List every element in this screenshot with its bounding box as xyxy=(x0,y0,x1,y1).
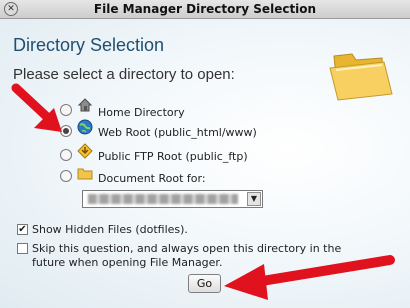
option-label-public-ftp: Public FTP Root (public_ftp) xyxy=(98,150,248,163)
arrow-to-web-root-icon xyxy=(11,83,62,132)
instruction-text: Please select a directory to open: xyxy=(13,66,235,83)
option-label-document-root: Document Root for: xyxy=(98,172,206,185)
globe-icon xyxy=(77,119,93,135)
window-title: File Manager Directory Selection xyxy=(93,2,317,16)
show-hidden-label: Show Hidden Files (dotfiles). xyxy=(32,223,188,236)
ftp-icon xyxy=(77,143,93,159)
radio-document-root[interactable] xyxy=(60,170,72,182)
folder-illustration-icon xyxy=(329,53,393,101)
page-title: Directory Selection xyxy=(13,35,165,55)
chevron-down-icon[interactable]: ▼ xyxy=(247,192,261,206)
home-icon xyxy=(77,98,93,112)
document-root-select-value xyxy=(88,194,238,204)
option-label-web-root: Web Root (public_html/www) xyxy=(98,126,257,139)
go-button[interactable]: Go xyxy=(188,274,221,293)
folder-icon xyxy=(77,168,93,180)
show-hidden-checkbox[interactable]: ✔ xyxy=(17,224,28,235)
title-bar: ✕ File Manager Directory Selection xyxy=(0,0,410,19)
radio-public-ftp[interactable] xyxy=(60,149,72,161)
document-root-select[interactable]: ▼ xyxy=(82,190,263,208)
skip-question-checkbox[interactable] xyxy=(17,243,28,254)
option-label-home: Home Directory xyxy=(98,106,185,119)
arrow-to-go-button-icon xyxy=(224,255,395,300)
